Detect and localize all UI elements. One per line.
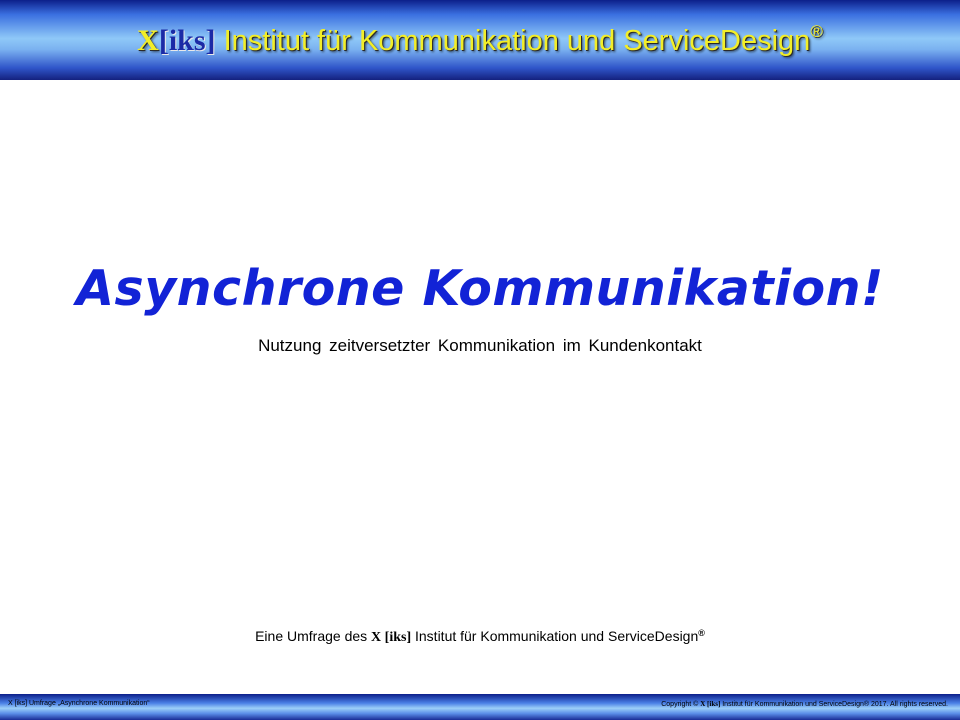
slide: X[iks] Institut für Kommunikation und Se…	[0, 0, 960, 720]
survey-brand: X [iks]	[371, 630, 412, 645]
header-title: X[iks] Institut für Kommunikation und Se…	[0, 22, 960, 58]
brand-x: X	[137, 24, 159, 57]
subtitle: Nutzung zeitversetzter Kommunikation im …	[258, 336, 702, 355]
brand-iks: [iks]	[158, 24, 216, 57]
header-title-text: Institut für Kommunikation und ServiceDe…	[215, 25, 811, 57]
footer-copyright-prefix: Copyright ©	[661, 701, 701, 708]
footer-copyright: Copyright © X [iks] Institut für Kommuni…	[661, 700, 948, 708]
footer-brand: X [iks]	[700, 700, 721, 708]
header-bar: X[iks] Institut für Kommunikation und Se…	[0, 0, 960, 80]
main-title: Asynchrone Kommunikation!	[76, 260, 884, 317]
survey-line: Eine Umfrage des X [iks] Institut für Ko…	[0, 628, 960, 646]
survey-suffix: Institut für Kommunikation und ServiceDe…	[411, 628, 699, 644]
header-registered-mark: ®	[810, 22, 823, 41]
survey-registered-mark: ®	[698, 628, 705, 638]
survey-prefix: Eine Umfrage des	[255, 628, 372, 644]
footer-left-text: X [iks] Umfrage „Asynchrone Kommunikatio…	[8, 700, 150, 707]
footer-bar: X [iks] Umfrage „Asynchrone Kommunikatio…	[0, 694, 960, 720]
footer-copyright-suffix: Institut für Kommunikation und ServiceDe…	[720, 701, 948, 708]
